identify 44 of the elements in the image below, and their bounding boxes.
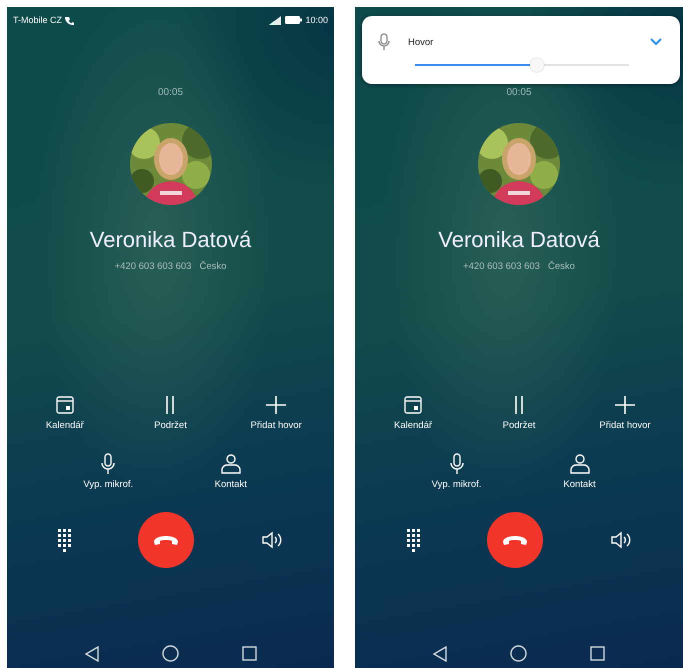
chevron-down-icon[interactable] [650, 38, 662, 46]
contact-name: Veronika Datová [90, 227, 252, 253]
status-time: 10:00 [305, 15, 328, 25]
call-action-button[interactable]: Kalendář [366, 394, 460, 431]
plus-icon [615, 394, 635, 416]
home-icon[interactable] [162, 645, 178, 662]
country-label: Česko [199, 261, 226, 272]
home-icon[interactable] [510, 645, 527, 662]
hang-up-icon [152, 534, 179, 546]
recents-icon[interactable] [590, 646, 605, 661]
speaker-icon[interactable] [610, 531, 632, 549]
call-action-button[interactable]: Přidat hovor [228, 394, 324, 431]
call-action-button[interactable]: Podržet [472, 394, 566, 431]
phone-call-icon [65, 16, 74, 24]
call-action-button[interactable]: Přidat hovor [578, 394, 672, 431]
call-timer: 00:05 [158, 87, 184, 98]
speaker-icon[interactable] [260, 531, 283, 549]
country-label: Česko [548, 261, 575, 272]
dialpad-icon[interactable] [406, 528, 420, 552]
call-action-button[interactable]: Kalendář [17, 394, 112, 431]
plus-icon [266, 394, 286, 416]
microphone-icon [378, 33, 390, 51]
volume-label: Hovor [408, 36, 434, 48]
back-icon[interactable] [84, 646, 98, 662]
person-icon [220, 453, 241, 475]
carrier-name: T-Mobile CZ [13, 15, 62, 25]
call-action-button[interactable]: Podržet [122, 394, 218, 431]
dialpad-icon[interactable] [58, 528, 72, 552]
person-icon [570, 453, 590, 475]
contact-name: Veronika Datová [438, 227, 600, 253]
battery-icon [285, 16, 302, 24]
hang-up-icon [502, 534, 528, 546]
call-action-button[interactable]: Kontakt [532, 453, 627, 490]
phone-number: +420 603 603 603 [114, 261, 192, 272]
call-action-button[interactable]: Vyp. mikrof. [409, 453, 504, 490]
signal-icon [269, 16, 282, 24]
call-action-button[interactable]: Kontakt [183, 453, 278, 490]
calendar-icon [403, 394, 423, 416]
back-icon[interactable] [433, 646, 447, 662]
call-timer: 00:05 [506, 87, 532, 98]
call-action-button[interactable]: Vyp. mikrof. [60, 453, 156, 490]
phone-number: +420 603 603 603 [463, 261, 540, 272]
recents-icon[interactable] [242, 646, 256, 661]
calendar-icon [54, 394, 75, 416]
